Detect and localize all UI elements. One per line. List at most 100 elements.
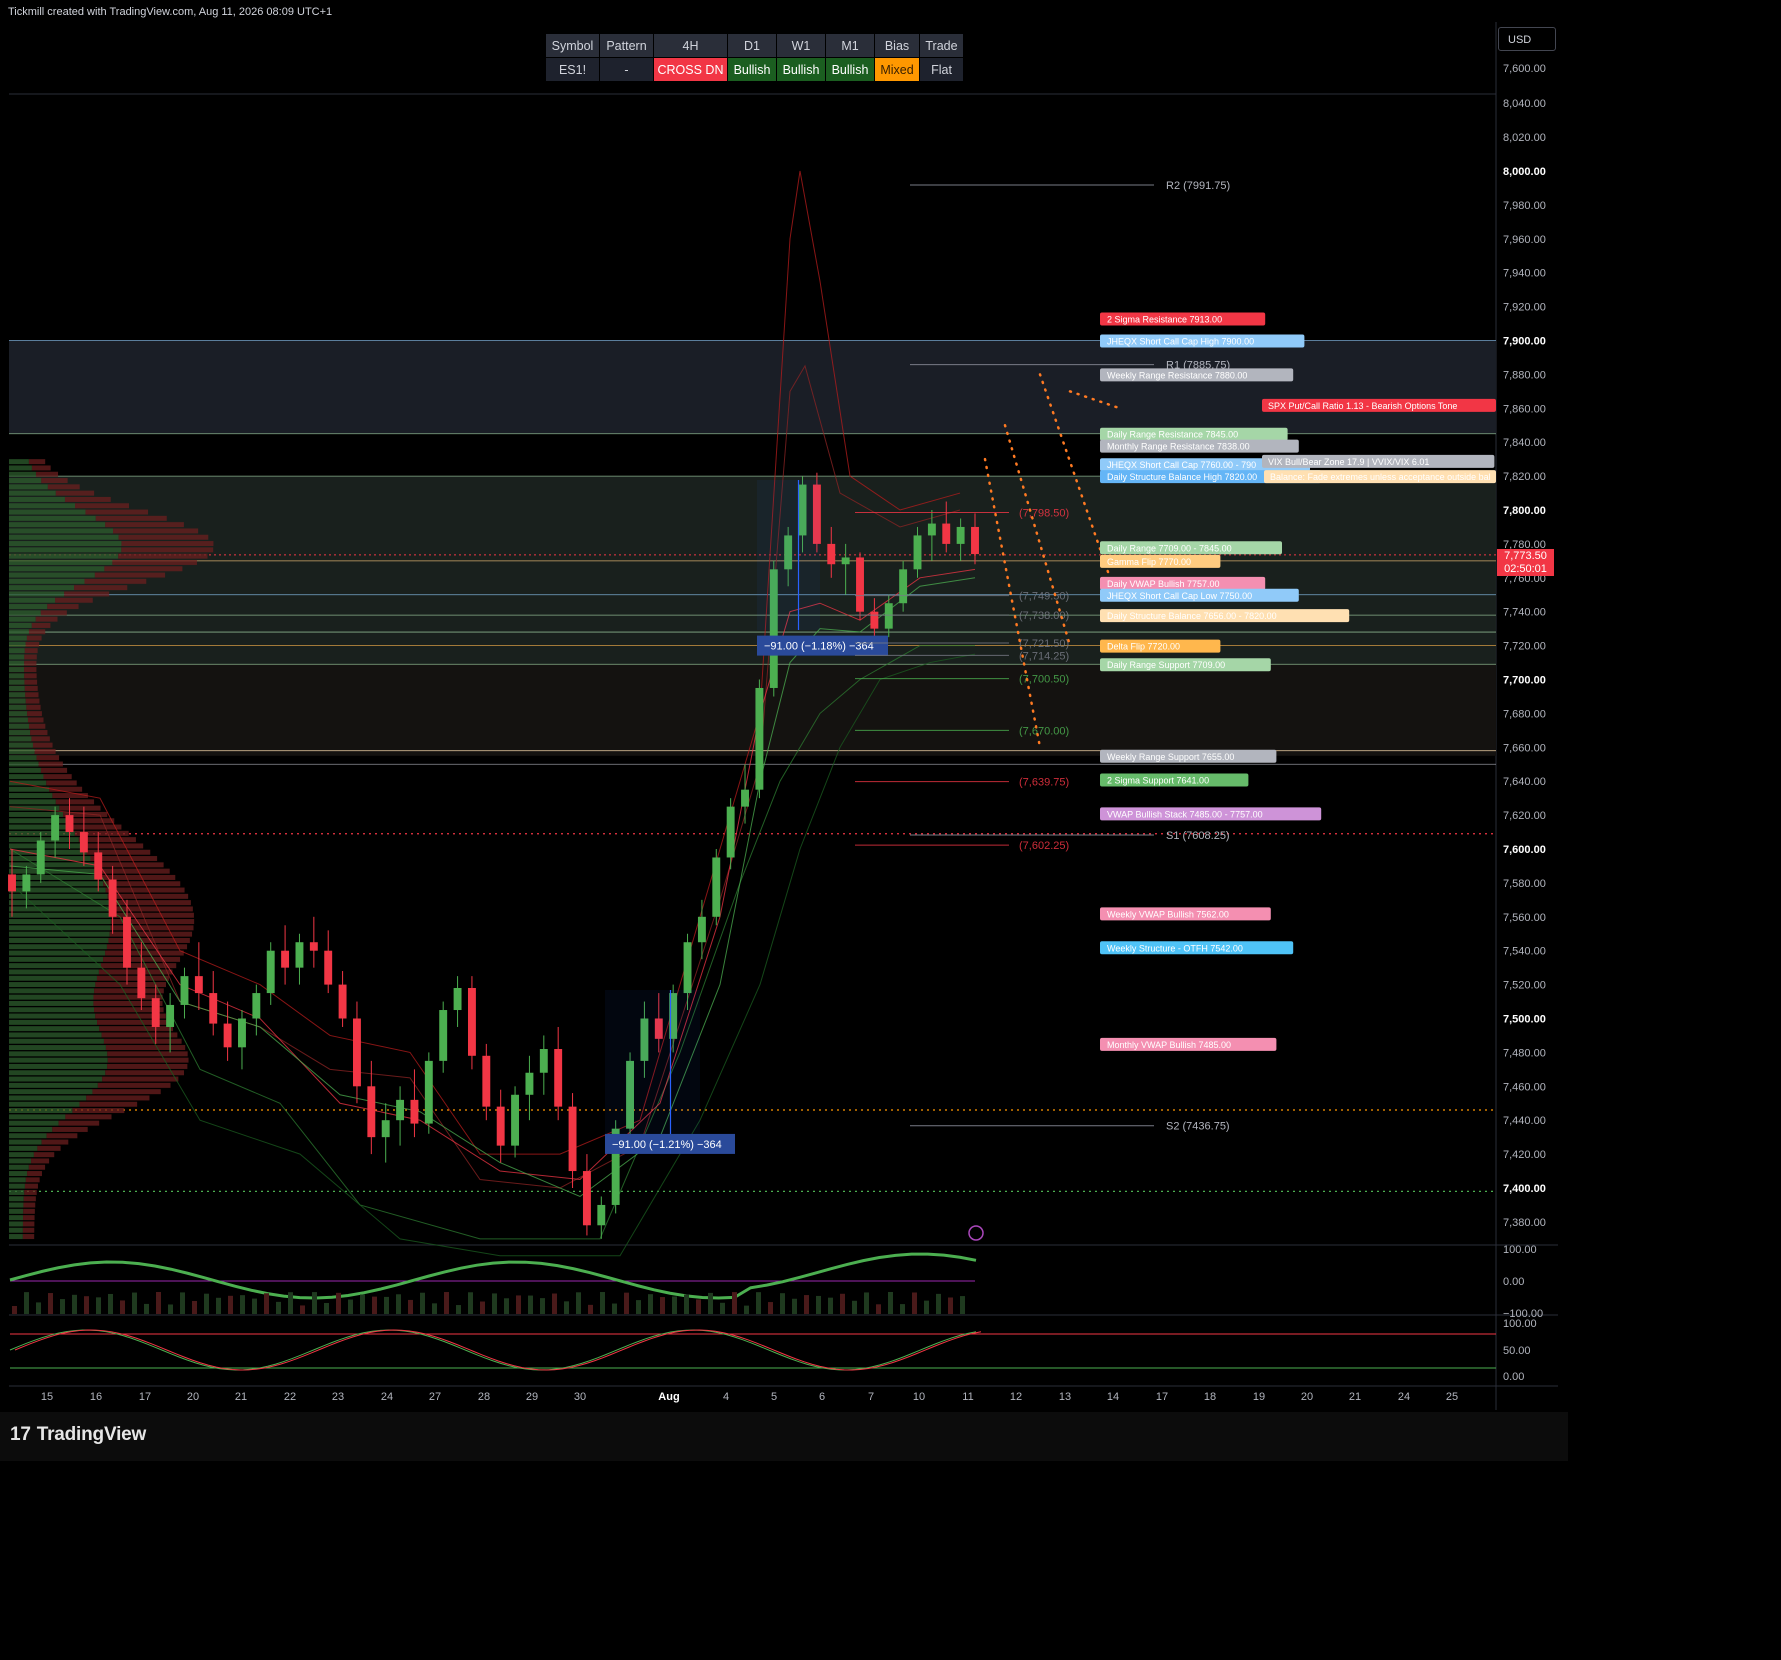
tradingview-logo[interactable]: 17 TradingView [10,1424,146,1446]
time-tick: 25 [1446,1391,1458,1403]
volume-profile-buy [9,1208,24,1214]
price-tick: 7,820.00 [1503,471,1546,483]
oscillator-1-bar [480,1301,485,1314]
time-tick: 18 [1204,1391,1216,1403]
candle-body [252,993,261,1019]
price-tick: 8,040.00 [1503,98,1546,110]
volume-profile-sell [84,578,147,584]
volume-profile-sell [38,761,63,767]
volume-profile-buy [9,1120,59,1126]
volume-profile-sell [31,622,51,628]
volume-profile-sell [33,1152,55,1158]
candle-body [683,942,692,994]
volume-profile-buy [9,660,25,666]
time-tick: 27 [429,1391,441,1403]
volume-profile-sell [97,1082,171,1088]
volume-profile-buy [9,559,113,565]
price-tick: 7,380.00 [1503,1217,1546,1229]
volume-profile-buy [9,522,106,528]
volume-profile-buy [9,496,65,502]
time-tick: 24 [381,1391,393,1403]
measure-label: −91.00 (−1.18%) −364 [764,641,874,653]
time-tick: 16 [90,1391,102,1403]
price-tick: 7,700.00 [1503,675,1546,687]
volume-profile-sell [107,1057,189,1063]
candle-body [453,987,462,1011]
volume-profile-buy [9,742,33,748]
oscillator-1-bar [60,1299,65,1314]
candle-body [123,916,131,968]
price-tick: 7,840.00 [1503,437,1546,449]
volume-profile-sell [25,692,39,698]
price-tick: 7,660.00 [1503,742,1546,754]
volume-profile-sell [55,597,93,603]
volume-profile-buy [9,597,56,603]
volume-profile-buy [9,963,101,969]
volume-profile-buy [9,937,109,943]
volume-profile-sell [24,673,37,679]
oscillator-1-bar [720,1302,725,1314]
candle-body [582,1171,591,1226]
projection-label: (7,798.50) [1019,508,1069,520]
volume-profile-sell [35,616,58,622]
oscillator-1-bar [924,1300,929,1314]
volume-profile-buy [9,893,108,899]
volume-profile-sell [26,635,42,641]
price-tick: 7,940.00 [1503,268,1546,280]
level-tag-label: JHEQX Short Call Cap High 7900.00 [1107,337,1254,347]
status-header-3: D1 [727,33,777,58]
price-chart[interactable]: −91.00 (−1.18%) −364 −91.00 (−1.21%) −364… [0,0,1568,1412]
volume-profile-buy [9,484,48,490]
volume-profile-sell [25,641,40,647]
volume-profile-sell [52,1126,88,1132]
oscillator-1-bar [840,1293,845,1314]
volume-profile-buy [9,698,26,704]
volume-profile-buy [9,578,85,584]
volume-profile-buy [9,1221,23,1227]
candle-body [65,815,74,833]
candle-body [410,1099,419,1124]
projection-label: (7,602.25) [1019,840,1069,852]
volume-profile-buy [9,906,111,912]
candle-body [884,603,893,629]
volume-profile-buy [9,685,25,691]
volume-profile-buy [9,654,25,660]
candle-body [79,832,88,853]
price-tick: 7,500.00 [1503,1014,1546,1026]
status-header-7: Trade [919,33,964,58]
status-table-values: ES1! - CROSS DN Bullish Bullish Bullish Mixed F… [545,57,964,82]
volume-profile-buy [9,1057,108,1063]
volume-profile-sell [105,522,184,528]
tradingview-mark-icon: 17 [10,1424,31,1445]
volume-profile-buy [9,793,53,799]
volume-profile-sell [52,793,88,799]
price-tick: 7,980.00 [1503,200,1546,212]
projection-label: (7,721.50) [1019,638,1069,650]
volume-profile-sell [64,496,111,502]
price-tick: 7,720.00 [1503,641,1546,653]
candle-body [338,984,347,1019]
oscillator-1-bar [648,1294,653,1314]
volume-profile-sell [112,559,197,565]
volume-profile-buy [9,471,36,477]
oscillator-1-bar [432,1303,437,1314]
volume-profile-sell [121,547,214,553]
candle-body [194,976,203,994]
price-tick-top: 7,600.00 [1503,63,1546,75]
price-tick: 7,800.00 [1503,505,1546,517]
volume-profile-buy [9,1133,47,1139]
volume-profile-buy [9,767,41,773]
oscillator-1-bar [336,1292,341,1314]
volume-profile-sell [24,679,38,685]
level-tag-label: 2 Sigma Support 7641.00 [1107,776,1209,786]
candle-body [238,1018,246,1048]
volume-profile-sell [28,1164,46,1170]
currency-selector[interactable]: USD [1498,27,1556,51]
volume-profile-sell [31,1158,50,1164]
time-tick: 28 [478,1391,490,1403]
oscillator-1-bar [96,1297,101,1314]
oscillator-1-bar [804,1295,809,1314]
oscillator-1-bar [792,1298,797,1314]
oscillator-1-bar [84,1296,89,1314]
volume-profile-buy [9,748,35,754]
